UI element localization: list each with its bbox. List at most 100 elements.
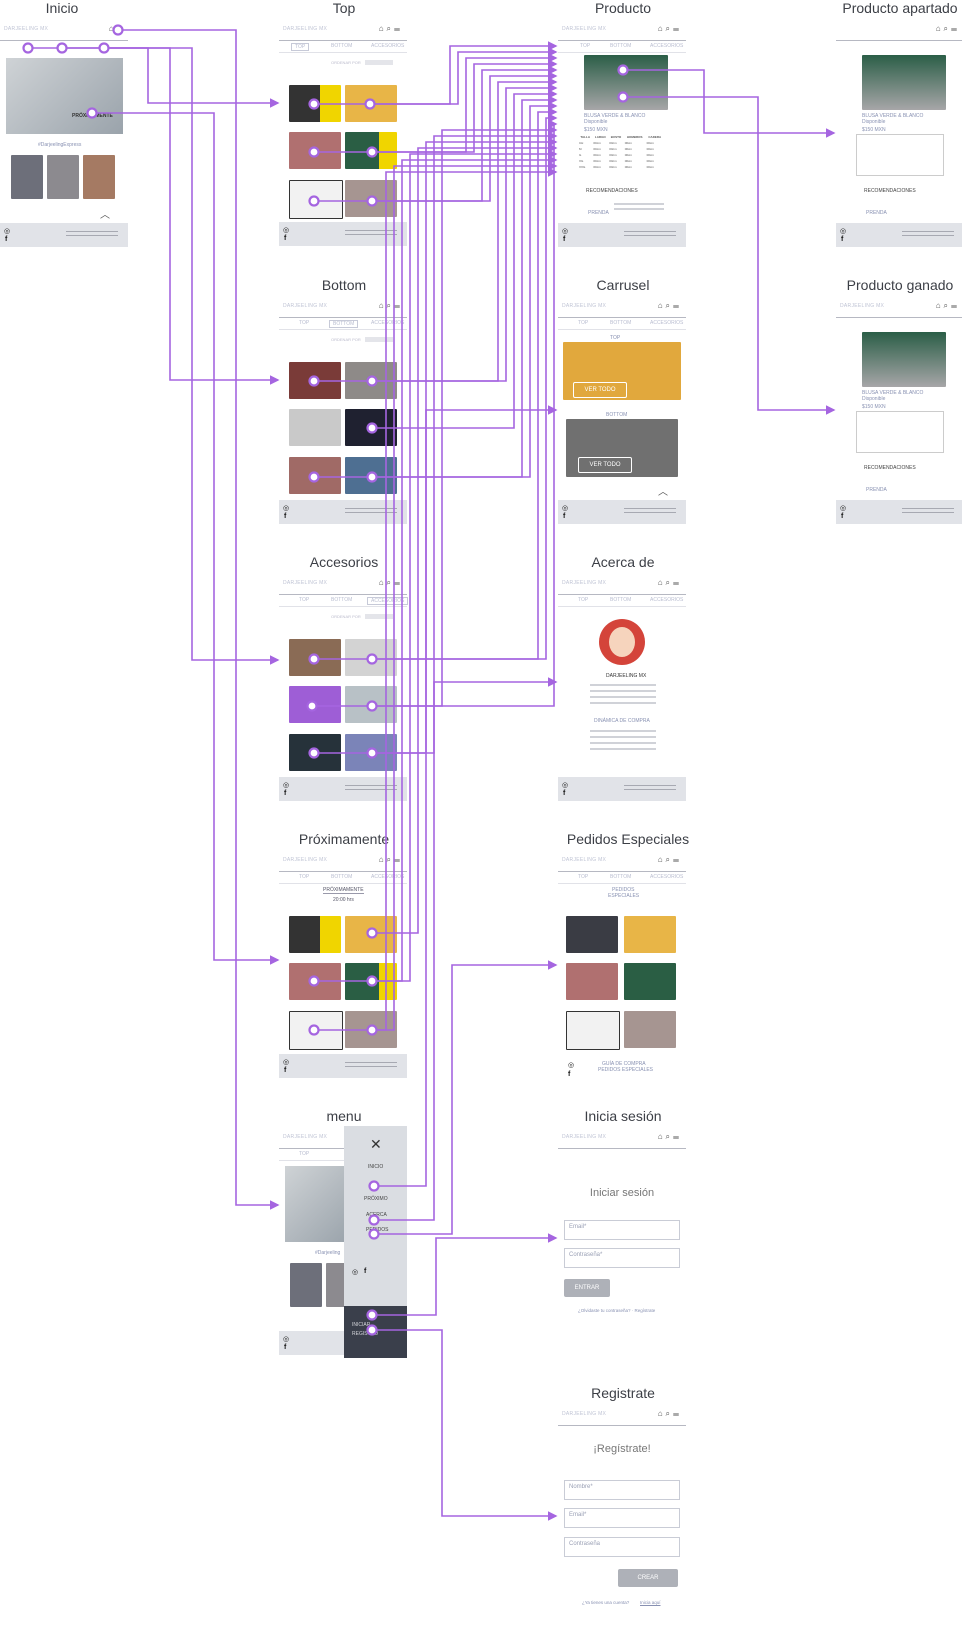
product-thumb[interactable] [624, 963, 676, 1000]
email-field[interactable]: Email* [564, 1508, 680, 1528]
product-thumb[interactable] [345, 362, 397, 399]
product-thumb[interactable] [289, 686, 341, 723]
facebook-icon[interactable]: f [568, 1071, 570, 1078]
instagram-icon[interactable]: ◎ [562, 504, 568, 512]
entrar-button[interactable]: ENTRAR [564, 1279, 610, 1297]
product-thumb[interactable] [289, 963, 341, 1000]
instagram-icon[interactable]: ◎ [568, 1061, 574, 1069]
menu-item-pedidos[interactable]: PEDIDOS [366, 1227, 389, 1233]
product-thumb[interactable] [566, 1011, 620, 1050]
ordenar-select[interactable] [365, 60, 393, 65]
facebook-icon[interactable]: f [284, 513, 286, 520]
product-thumb[interactable] [289, 85, 341, 122]
product-thumb[interactable] [345, 1011, 397, 1048]
name-field[interactable]: Nombre* [564, 1480, 680, 1500]
login-link[interactable]: Inicia aquí [640, 1600, 661, 1605]
insta-thumb[interactable] [326, 1263, 346, 1307]
facebook-icon[interactable]: f [364, 1268, 366, 1275]
ordenar-select[interactable] [365, 337, 393, 342]
instagram-icon[interactable]: ◎ [283, 1058, 289, 1066]
tab-top[interactable]: TOP [578, 597, 588, 603]
tab-top[interactable]: TOP [578, 320, 588, 326]
close-icon[interactable]: ✕ [370, 1136, 382, 1153]
instagram-icon[interactable]: ◎ [562, 227, 568, 235]
facebook-icon[interactable]: f [841, 236, 843, 243]
product-thumb[interactable] [345, 639, 397, 676]
product-thumb[interactable] [289, 457, 341, 494]
insta-thumb[interactable] [11, 155, 43, 199]
tab-bottom[interactable]: BOTTOM [331, 43, 352, 49]
tab-top[interactable]: TOP [299, 597, 309, 603]
tab-accesorios[interactable]: ACCESORIOS [371, 43, 404, 49]
insta-thumb[interactable] [83, 155, 115, 199]
tab-accesorios[interactable]: ACCESORIOS [650, 43, 683, 49]
tab-bottom[interactable]: BOTTOM [329, 320, 359, 328]
hero-image[interactable] [285, 1166, 349, 1242]
product-thumb[interactable] [345, 457, 397, 494]
tab-bottom[interactable]: BOTTOM [610, 874, 631, 880]
product-thumb[interactable] [345, 686, 397, 723]
insta-thumb[interactable] [47, 155, 79, 199]
instagram-icon[interactable]: ◎ [352, 1268, 358, 1276]
facebook-icon[interactable]: f [284, 235, 286, 242]
product-thumb[interactable] [345, 916, 397, 953]
product-thumb[interactable] [345, 409, 397, 446]
tab-top[interactable]: TOP [580, 43, 590, 49]
tab-top[interactable]: TOP [299, 320, 309, 326]
product-thumb[interactable] [289, 734, 341, 771]
insta-thumb[interactable] [290, 1263, 322, 1307]
product-thumb[interactable] [345, 963, 397, 1000]
tab-top[interactable]: TOP [299, 1151, 309, 1157]
password-field[interactable]: Contraseña [564, 1537, 680, 1557]
menu-item-acerca[interactable]: ACERCA [366, 1212, 387, 1218]
product-thumb[interactable] [345, 132, 397, 169]
product-thumb[interactable] [345, 180, 397, 217]
tab-bottom[interactable]: BOTTOM [610, 43, 631, 49]
product-thumb[interactable] [345, 85, 397, 122]
facebook-icon[interactable]: f [284, 790, 286, 797]
product-thumb[interactable] [566, 916, 618, 953]
tab-accesorios[interactable]: ACCESORIOS [650, 597, 683, 603]
instagram-icon[interactable]: ◎ [840, 504, 846, 512]
facebook-icon[interactable]: f [5, 236, 7, 243]
product-thumb[interactable] [289, 1011, 343, 1050]
instagram-icon[interactable]: ◎ [562, 781, 568, 789]
chevron-up-icon[interactable]: ︿ [658, 483, 668, 498]
email-field[interactable]: Email* [564, 1220, 680, 1240]
product-thumb[interactable] [289, 916, 341, 953]
instagram-icon[interactable]: ◎ [283, 504, 289, 512]
tab-bottom[interactable]: BOTTOM [610, 597, 631, 603]
tab-accesorios[interactable]: ACCESORIOS [650, 320, 683, 326]
menu-item-inicio[interactable]: INICIO [368, 1164, 383, 1170]
instagram-icon[interactable]: ◎ [283, 226, 289, 234]
menu-item-proximo[interactable]: PRÓXIMO [364, 1196, 388, 1202]
product-image[interactable] [862, 332, 946, 387]
instagram-icon[interactable]: ◎ [283, 1335, 289, 1343]
product-image[interactable] [584, 55, 668, 110]
facebook-icon[interactable]: f [563, 236, 565, 243]
facebook-icon[interactable]: f [841, 513, 843, 520]
forgot-link[interactable]: ¿Olvidaste tu contraseña? · Regístrate [578, 1308, 655, 1313]
product-thumb[interactable] [289, 132, 341, 169]
crear-button[interactable]: CREAR [618, 1569, 678, 1587]
tab-accesorios[interactable]: ACCESORIOS [371, 874, 404, 880]
instagram-icon[interactable]: ◎ [840, 227, 846, 235]
facebook-icon[interactable]: f [284, 1067, 286, 1074]
tab-bottom[interactable]: BOTTOM [331, 597, 352, 603]
product-thumb[interactable] [345, 734, 397, 771]
product-thumb[interactable] [289, 639, 341, 676]
tab-bottom[interactable]: BOTTOM [610, 320, 631, 326]
password-field[interactable]: Contraseña* [564, 1248, 680, 1268]
tab-top[interactable]: TOP [299, 874, 309, 880]
ver-todo-button[interactable]: VER TODO [573, 382, 627, 398]
product-thumb[interactable] [289, 180, 343, 219]
tab-top[interactable]: TOP [578, 874, 588, 880]
product-image[interactable] [862, 55, 946, 110]
product-thumb[interactable] [566, 963, 618, 1000]
ordenar-select[interactable] [365, 614, 393, 619]
product-thumb[interactable] [289, 409, 341, 446]
facebook-icon[interactable]: f [563, 513, 565, 520]
guia-pedidos[interactable]: PEDIDOS ESPECIALES [598, 1067, 653, 1073]
tab-bottom[interactable]: BOTTOM [331, 874, 352, 880]
ver-todo-button[interactable]: VER TODO [578, 457, 632, 473]
